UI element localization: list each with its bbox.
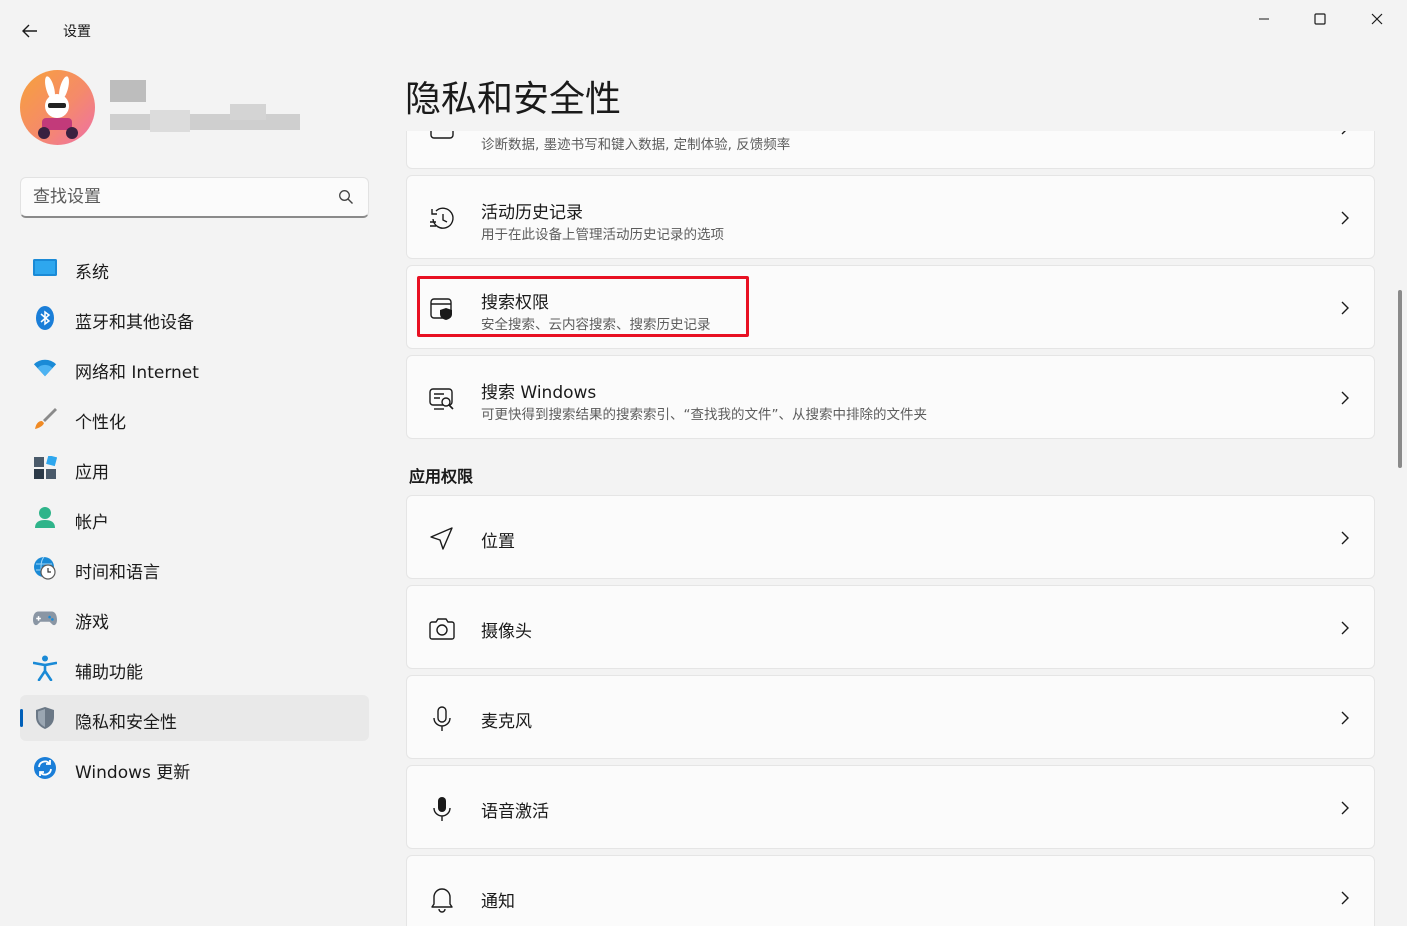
sidebar-item-accounts[interactable]: 帐户 xyxy=(20,495,369,541)
shield-icon xyxy=(33,706,57,730)
active-indicator xyxy=(20,709,23,727)
maximize-button[interactable] xyxy=(1292,4,1348,34)
search-icon[interactable] xyxy=(338,189,354,205)
wifi-icon xyxy=(33,356,57,380)
settings-content: 诊断数据, 墨迹书写和键入数据, 定制体验, 反馈频率 活动历史记录 用于在此设… xyxy=(406,131,1375,926)
card-search-permissions[interactable]: 搜索权限 安全搜索、云内容搜索、搜索历史记录 xyxy=(406,265,1375,349)
search-windows-icon xyxy=(427,384,457,414)
sidebar-item-privacy-security[interactable]: 隐私和安全性 xyxy=(20,695,369,741)
card-title: 活动历史记录 xyxy=(481,203,583,223)
diagnostics-icon xyxy=(427,131,457,144)
page-title: 隐私和安全性 xyxy=(405,79,622,120)
sidebar-item-system[interactable]: 系统 xyxy=(20,245,369,291)
card-camera[interactable]: 摄像头 xyxy=(406,585,1375,669)
section-header-app-permissions: 应用权限 xyxy=(409,467,474,486)
notification-icon xyxy=(427,884,457,914)
sidebar-item-label: 隐私和安全性 xyxy=(75,713,177,733)
sidebar-item-label: 帐户 xyxy=(75,513,109,533)
sidebar-item-label: 辅助功能 xyxy=(75,663,143,683)
card-title: 搜索 Windows xyxy=(481,383,597,403)
search-box[interactable] xyxy=(20,177,369,218)
sidebar-item-label: 蓝牙和其他设备 xyxy=(75,313,194,333)
close-icon xyxy=(1371,13,1383,25)
history-icon xyxy=(427,204,457,234)
card-title: 语音激活 xyxy=(481,802,549,822)
sidebar-item-label: 应用 xyxy=(75,463,109,483)
card-location[interactable]: 位置 xyxy=(406,495,1375,579)
microphone-icon xyxy=(427,704,457,734)
app-title: 设置 xyxy=(63,24,91,40)
sidebar-item-accessibility[interactable]: 辅助功能 xyxy=(20,645,369,691)
camera-icon xyxy=(427,614,457,644)
sidebar-item-bluetooth[interactable]: 蓝牙和其他设备 xyxy=(20,295,369,341)
close-button[interactable] xyxy=(1349,4,1405,34)
brush-icon xyxy=(33,406,57,430)
minimize-icon xyxy=(1259,18,1269,20)
accessibility-icon xyxy=(33,655,57,681)
card-microphone[interactable]: 麦克风 xyxy=(406,675,1375,759)
card-subtitle: 安全搜索、云内容搜索、搜索历史记录 xyxy=(481,317,711,333)
sidebar-item-network[interactable]: 网络和 Internet xyxy=(20,345,369,391)
search-input[interactable] xyxy=(33,178,333,216)
sidebar-item-label: 系统 xyxy=(75,263,109,283)
chevron-right-icon xyxy=(1341,211,1349,225)
card-subtitle: 用于在此设备上管理活动历史记录的选项 xyxy=(481,227,724,243)
voice-activation-icon xyxy=(427,794,457,824)
card-title: 摄像头 xyxy=(481,622,532,642)
sidebar-item-label: 游戏 xyxy=(75,613,109,633)
update-icon xyxy=(33,756,57,780)
card-search-windows[interactable]: 搜索 Windows 可更快得到搜索结果的搜索索引、“查找我的文件”、从搜索中排… xyxy=(406,355,1375,439)
location-icon xyxy=(427,524,457,554)
card-subtitle: 可更快得到搜索结果的搜索索引、“查找我的文件”、从搜索中排除的文件夹 xyxy=(481,407,927,423)
sidebar-item-apps[interactable]: 应用 xyxy=(20,445,369,491)
sidebar-item-label: 个性化 xyxy=(75,413,126,433)
sidebar-nav: 系统 蓝牙和其他设备 网络和 Internet 个性化 应用 帐户 时间和语言 … xyxy=(20,245,369,795)
sidebar-item-gaming[interactable]: 游戏 xyxy=(20,595,369,641)
card-title: 位置 xyxy=(481,532,515,552)
chevron-right-icon xyxy=(1341,301,1349,315)
gamepad-icon xyxy=(33,606,57,630)
maximize-icon xyxy=(1314,13,1326,25)
card-activity-history[interactable]: 活动历史记录 用于在此设备上管理活动历史记录的选项 xyxy=(406,175,1375,259)
bluetooth-icon xyxy=(33,306,57,330)
sidebar-item-label: 时间和语言 xyxy=(75,563,160,583)
chevron-right-icon xyxy=(1341,711,1349,725)
card-title: 麦克风 xyxy=(481,712,532,732)
sidebar-item-label: 网络和 Internet xyxy=(75,363,199,383)
search-permissions-icon xyxy=(427,294,457,324)
sidebar-item-label: Windows 更新 xyxy=(75,763,191,783)
system-icon xyxy=(33,256,57,280)
card-diagnostics[interactable]: 诊断数据, 墨迹书写和键入数据, 定制体验, 反馈频率 xyxy=(406,131,1375,169)
card-voice-activation[interactable]: 语音激活 xyxy=(406,765,1375,849)
chevron-right-icon xyxy=(1341,131,1346,135)
minimize-button[interactable] xyxy=(1236,4,1292,34)
globe-clock-icon xyxy=(33,556,57,580)
chevron-right-icon xyxy=(1341,801,1349,815)
apps-icon xyxy=(33,456,57,480)
card-subtitle: 诊断数据, 墨迹书写和键入数据, 定制体验, 反馈频率 xyxy=(481,137,791,153)
chevron-right-icon xyxy=(1341,531,1349,545)
sidebar-item-personalization[interactable]: 个性化 xyxy=(20,395,369,441)
title-bar: 设置 xyxy=(0,0,1407,60)
sidebar-item-time-language[interactable]: 时间和语言 xyxy=(20,545,369,591)
chevron-right-icon xyxy=(1341,391,1349,405)
back-arrow-icon xyxy=(22,24,37,38)
sidebar-item-windows-update[interactable]: Windows 更新 xyxy=(20,745,369,791)
chevron-right-icon xyxy=(1341,891,1349,905)
content-scrollbar[interactable] xyxy=(1398,290,1402,468)
card-title: 通知 xyxy=(481,892,515,912)
back-button[interactable] xyxy=(14,16,46,46)
avatar xyxy=(20,70,95,145)
account-icon xyxy=(33,506,57,530)
user-profile[interactable] xyxy=(20,70,380,150)
card-notifications[interactable]: 通知 xyxy=(406,855,1375,926)
card-title: 搜索权限 xyxy=(481,293,549,313)
chevron-right-icon xyxy=(1341,621,1349,635)
